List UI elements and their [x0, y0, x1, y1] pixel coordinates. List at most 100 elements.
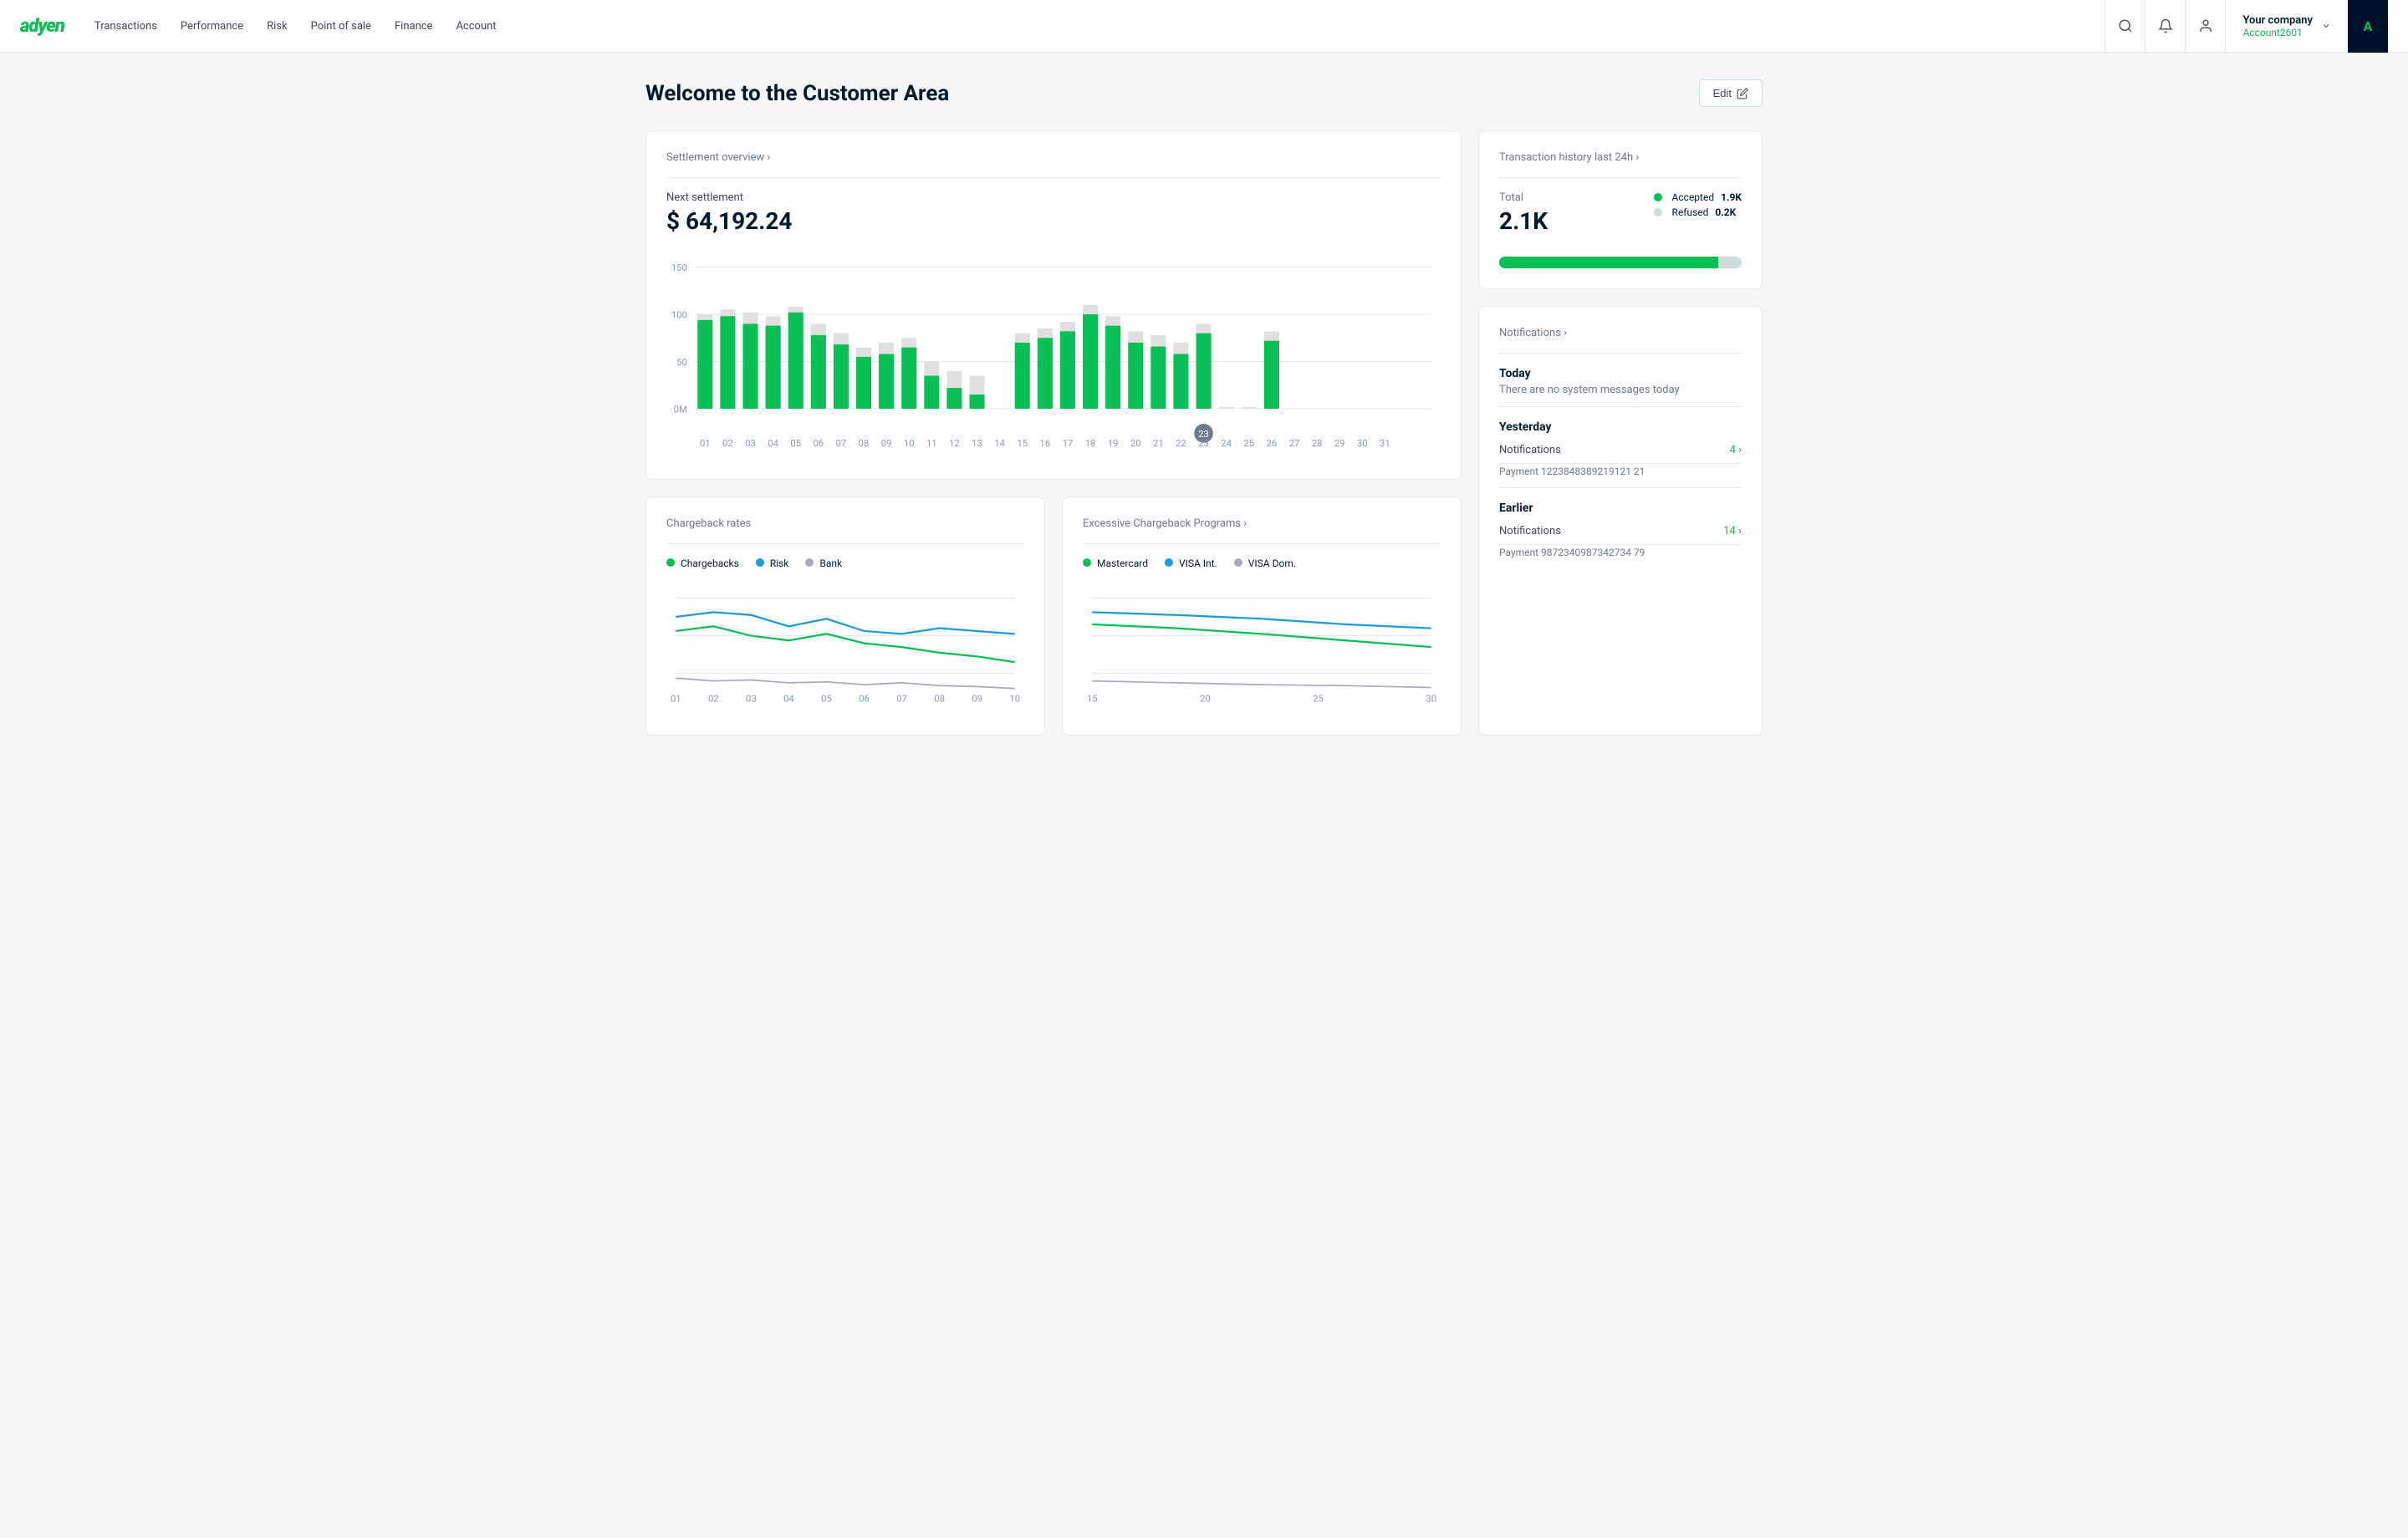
- bottom-row: Chargeback rates Chargebacks Risk: [645, 497, 1462, 736]
- svg-text:18: 18: [1085, 438, 1096, 449]
- nav-links: Transactions Performance Risk Point of s…: [94, 17, 2105, 36]
- svg-text:14: 14: [994, 438, 1005, 449]
- user-button[interactable]: [2185, 0, 2225, 53]
- excessive-chargeback-title[interactable]: Excessive Chargeback Programs ›: [1083, 517, 1441, 530]
- search-icon: [2118, 18, 2133, 33]
- nav-transactions[interactable]: Transactions: [94, 17, 157, 36]
- chargeback-card: Chargeback rates Chargebacks Risk: [645, 497, 1045, 736]
- yesterday-label: Yesterday: [1499, 420, 1742, 434]
- notifications-card: Notifications › Today There are no syste…: [1478, 306, 1763, 736]
- svg-text:09: 09: [972, 694, 982, 705]
- visa-int-legend-item: VISA Int.: [1165, 558, 1217, 569]
- yesterday-notif-count[interactable]: 4 ›: [1730, 444, 1742, 456]
- svg-text:06: 06: [859, 694, 870, 705]
- notifications-today: Today There are no system messages today: [1499, 367, 1742, 396]
- svg-text:03: 03: [746, 694, 757, 705]
- excessive-chargeback-chart-svg: 15 20 25 30: [1083, 579, 1441, 711]
- chargeback-legend-item-3: Bank: [805, 558, 842, 569]
- svg-text:04: 04: [783, 694, 794, 705]
- excessive-chargeback-card: Excessive Chargeback Programs › Masterca…: [1062, 497, 1462, 736]
- mc-legend-item: Mastercard: [1083, 558, 1148, 569]
- edit-icon: [1737, 88, 1748, 99]
- settlement-title[interactable]: Settlement overview ›: [666, 151, 1441, 164]
- txn-header: Total 2.1K Accepted 1.9K Refused 0.2K: [1499, 191, 1742, 245]
- svg-text:150: 150: [671, 262, 687, 273]
- notifications-title[interactable]: Notifications ›: [1499, 327, 1742, 339]
- user-icon: [2198, 18, 2213, 33]
- company-name: Your company: [2242, 14, 2313, 27]
- chargeback-legend-item-2: Risk: [756, 558, 789, 569]
- svg-text:21: 21: [1153, 438, 1164, 449]
- svg-text:10: 10: [1009, 694, 1020, 705]
- right-column: Transaction history last 24h › Total 2.1…: [1478, 130, 1763, 736]
- svg-text:11: 11: [926, 438, 937, 449]
- nav-icon-group: Your company Account2601 A: [2104, 0, 2388, 53]
- svg-text:02: 02: [722, 438, 733, 449]
- risk-dot: [756, 558, 764, 567]
- bank-dot: [805, 558, 814, 567]
- svg-text:31: 31: [1380, 438, 1390, 449]
- svg-text:09: 09: [881, 438, 892, 449]
- chevron-down-icon: [2321, 21, 2331, 31]
- notifications-button[interactable]: [2145, 0, 2185, 53]
- account-id: Account2601: [2242, 27, 2313, 38]
- svg-text:24: 24: [1221, 438, 1232, 449]
- notifications-earlier: Earlier Notifications 14 › Payment 98723…: [1499, 502, 1742, 558]
- today-message: There are no system messages today: [1499, 384, 1742, 396]
- earlier-notif-label: Notifications: [1499, 525, 1561, 537]
- nav-account[interactable]: Account: [456, 17, 496, 36]
- nav-finance[interactable]: Finance: [395, 17, 432, 36]
- txn-values: Accepted 1.9K Refused 0.2K: [1654, 191, 1742, 218]
- yesterday-payment: Payment 1223848389219121 21: [1499, 466, 1742, 477]
- earlier-label: Earlier: [1499, 502, 1742, 515]
- svg-text:17: 17: [1063, 438, 1074, 449]
- svg-text:03: 03: [745, 438, 756, 449]
- txn-bar-accepted: [1499, 257, 1718, 268]
- nav-performance[interactable]: Performance: [181, 17, 243, 36]
- txn-bar: [1499, 257, 1742, 268]
- edit-button[interactable]: Edit: [1699, 79, 1763, 107]
- svg-text:50: 50: [676, 357, 687, 368]
- nav-risk[interactable]: Risk: [267, 17, 287, 36]
- txn-total-label: Total: [1499, 191, 1548, 204]
- svg-text:100: 100: [671, 310, 687, 321]
- chargeback-chart-svg: 01 02 03 04 05 06 07 08 09 10: [666, 579, 1024, 711]
- mastercard-dot: [1083, 558, 1091, 567]
- chargebacks-dot: [666, 558, 675, 567]
- earlier-notif-count[interactable]: 14 ›: [1723, 525, 1742, 537]
- svg-text:10: 10: [904, 438, 915, 449]
- notifications-yesterday: Yesterday Notifications 4 › Payment 1223…: [1499, 420, 1742, 477]
- settlement-chart-svg: 150 100 50 0M: [666, 248, 1441, 456]
- earlier-notif-row: Notifications 14 ›: [1499, 518, 1742, 545]
- account-dropdown[interactable]: Your company Account2601: [2225, 0, 2348, 53]
- svg-text:20: 20: [1130, 438, 1141, 449]
- svg-text:16: 16: [1039, 438, 1050, 449]
- txn-history-title[interactable]: Transaction history last 24h ›: [1499, 151, 1742, 164]
- svg-text:23: 23: [1198, 438, 1209, 449]
- settlement-card: Settlement overview › Next settlement $ …: [645, 130, 1462, 480]
- chargeback-title[interactable]: Chargeback rates: [666, 517, 1024, 530]
- svg-text:30: 30: [1357, 438, 1368, 449]
- refused-dot: [1654, 208, 1662, 216]
- svg-text:05: 05: [821, 694, 832, 705]
- txn-accepted-row: Accepted 1.9K: [1654, 191, 1742, 203]
- txn-total-value: 2.1K: [1499, 207, 1548, 235]
- svg-text:29: 29: [1334, 438, 1345, 449]
- svg-text:19: 19: [1108, 438, 1119, 449]
- visa-dom-legend-item: VISA Dom.: [1234, 558, 1296, 569]
- svg-text:04: 04: [768, 438, 778, 449]
- nav-point-of-sale[interactable]: Point of sale: [311, 17, 371, 36]
- svg-text:06: 06: [813, 438, 824, 449]
- avatar[interactable]: A: [2348, 0, 2388, 53]
- svg-text:25: 25: [1243, 438, 1254, 449]
- svg-text:28: 28: [1312, 438, 1323, 449]
- top-nav: adyen Transactions Performance Risk Poin…: [0, 0, 2408, 53]
- svg-text:22: 22: [1176, 438, 1186, 449]
- search-button[interactable]: [2104, 0, 2145, 53]
- svg-text:26: 26: [1267, 438, 1278, 449]
- svg-text:07: 07: [836, 438, 847, 449]
- settlement-chart: 150 100 50 0M: [666, 248, 1441, 459]
- settlement-label: Next settlement: [666, 191, 1441, 204]
- page-content: Welcome to the Customer Area Edit Settle…: [619, 53, 1789, 762]
- page-header: Welcome to the Customer Area Edit: [645, 79, 1763, 107]
